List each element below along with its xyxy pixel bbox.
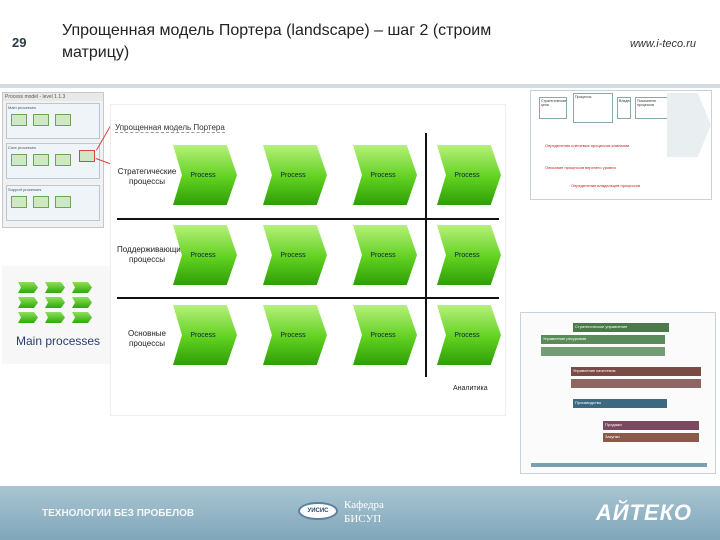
thumbnail-group: Support processes: [6, 185, 100, 221]
process-block[interactable]: Process: [173, 305, 237, 365]
process-model-thumbnail: Process model - level 1.1.3 Main process…: [2, 92, 104, 228]
process-label: Process: [454, 331, 480, 339]
doc-box: Владелец: [617, 97, 631, 119]
chevron-row: [18, 282, 92, 293]
process-bar: Производство: [573, 399, 667, 408]
footer-tagline: ТЕХНОЛОГИИ БЕЗ ПРОБЕЛОВ: [42, 508, 195, 519]
chevron-icon: [72, 282, 92, 293]
porter-matrix: Упрощенная модель Портера Стратегические…: [110, 104, 506, 416]
thumbnail-box: [55, 196, 71, 208]
row-label-core: Основные процессы: [128, 329, 166, 348]
process-bar: Закупки: [603, 433, 699, 442]
process-block[interactable]: Process: [263, 225, 327, 285]
thumbnail-box: [11, 154, 27, 166]
site-url[interactable]: www.i-teco.ru: [630, 38, 696, 50]
timeline-bar: [531, 463, 707, 467]
process-label: Process: [280, 171, 306, 179]
thumbnail-group: Main processes: [6, 103, 100, 139]
doc-red-text: Определение владельцев процессов: [571, 183, 641, 188]
process-label: Process: [370, 251, 396, 259]
department-line: Кафедра: [344, 499, 384, 511]
process-block[interactable]: Process: [437, 305, 501, 365]
process-bar: [571, 379, 701, 388]
chevron-icon: [72, 297, 92, 308]
thumbnail-box: [33, 154, 49, 166]
chevron-icon: [45, 312, 65, 323]
process-block[interactable]: Process: [173, 225, 237, 285]
process-bar: Управление ресурсами: [541, 335, 665, 344]
process-label: Process: [454, 171, 480, 179]
process-map-thumbnail: Стратегическое управление Управление рес…: [520, 312, 716, 474]
chevron-icon: [18, 312, 38, 323]
matrix-axis-label: Аналитика: [453, 385, 488, 392]
matrix-horizontal-line: [117, 297, 499, 299]
process-label: Process: [190, 251, 216, 259]
department-name: Кафедра БИСУП: [344, 498, 384, 526]
process-block[interactable]: Process: [437, 225, 501, 285]
process-block[interactable]: Process: [353, 305, 417, 365]
chevron-icon: [45, 297, 65, 308]
process-label: Process: [280, 331, 306, 339]
doc-red-text: Описание процессов верхнего уровня: [545, 165, 616, 170]
process-block[interactable]: Process: [353, 145, 417, 205]
matrix-title: Упрощенная модель Портера: [115, 123, 225, 133]
process-label: Process: [370, 171, 396, 179]
thumbnail-box: [55, 154, 71, 166]
chevron-row: [18, 297, 92, 308]
footer-bar: ТЕХНОЛОГИИ БЕЗ ПРОБЕЛОВ УИСИС Кафедра БИ…: [0, 486, 720, 540]
process-label: Process: [190, 331, 216, 339]
slide-title: Упрощенная модель Портера (landscape) – …: [62, 22, 492, 61]
process-bar: Продажи: [603, 421, 699, 430]
doc-box: Показатели процессов: [635, 97, 669, 119]
process-bar: Управление качеством: [571, 367, 701, 376]
main-processes-label: Main processes: [16, 334, 101, 348]
chevron-row: [18, 312, 92, 323]
slide-number: 29: [12, 35, 27, 50]
process-bar: [541, 347, 665, 356]
chevron-icon: [45, 282, 65, 293]
doc-box: Стратегические цели: [539, 97, 567, 119]
doc-box: Процессы: [573, 93, 613, 123]
thumbnail-group-caption: Main processes: [8, 105, 37, 110]
process-block[interactable]: Process: [263, 305, 327, 365]
doc-red-text: Определение ключевых процессов компании: [545, 143, 630, 148]
process-block[interactable]: Process: [263, 145, 327, 205]
thumbnail-box: [11, 114, 27, 126]
process-label: Process: [190, 171, 216, 179]
chevron-icon: [72, 312, 92, 323]
process-label: Process: [370, 331, 396, 339]
department-line: БИСУП: [344, 513, 382, 525]
department-logo: УИСИС: [298, 502, 338, 520]
thumbnail-box: [55, 114, 71, 126]
thumbnail-group: Core processes: [6, 143, 100, 179]
process-label: Process: [454, 251, 480, 259]
process-block[interactable]: Process: [173, 145, 237, 205]
thumbnail-header: Process model - level 1.1.3: [3, 93, 103, 101]
main-processes-area: [2, 266, 110, 364]
matrix-vertical-line: [425, 133, 427, 377]
matrix-horizontal-line: [117, 218, 499, 220]
chevron-icon: [18, 282, 38, 293]
brand-logo: АЙТЕКО: [595, 500, 692, 525]
chevron-icon: [18, 297, 38, 308]
process-label: Process: [280, 251, 306, 259]
thumbnail-box: [33, 114, 49, 126]
process-block[interactable]: Process: [353, 225, 417, 285]
thumbnail-group-caption: Support processes: [8, 187, 42, 192]
process-bar: Стратегическое управление: [573, 323, 669, 332]
thumbnail-highlighted-box: [79, 150, 95, 162]
row-label-support: Поддерживающие процессы: [117, 245, 186, 264]
doc-arrow-shape: [667, 93, 711, 157]
strategy-doc-thumbnail: Стратегические цели Процессы Владелец По…: [530, 90, 712, 200]
header-divider: [0, 84, 720, 88]
process-block[interactable]: Process: [437, 145, 501, 205]
thumbnail-box: [33, 196, 49, 208]
row-label-strategic: Стратегические процессы: [117, 167, 177, 186]
thumbnail-box: [11, 196, 27, 208]
